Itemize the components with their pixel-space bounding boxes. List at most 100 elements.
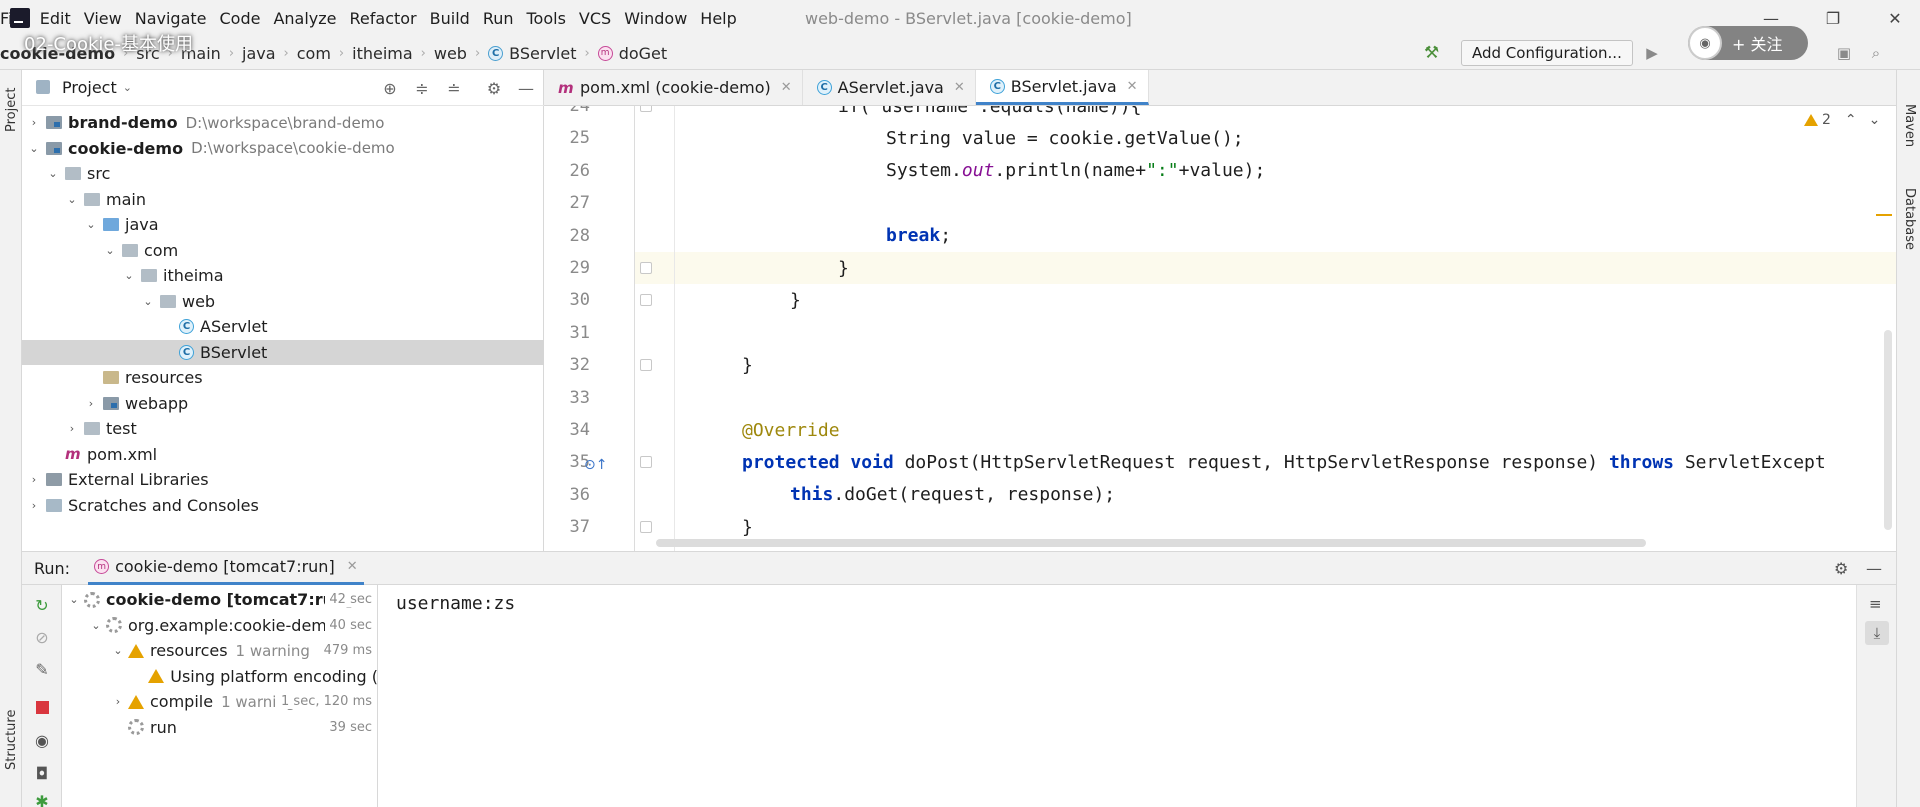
add-configuration-button[interactable]: Add Configuration...	[1461, 40, 1633, 66]
maven-tool-tab[interactable]: Maven	[1902, 104, 1917, 147]
stop-icon[interactable]	[32, 697, 52, 717]
menu-build[interactable]: Build	[430, 9, 470, 28]
code-line[interactable]	[634, 382, 1896, 414]
tree-node[interactable]: C AServlet	[22, 314, 544, 339]
code-line[interactable]: @Override	[634, 414, 1896, 446]
breadcrumb-item[interactable]: itheima	[352, 44, 413, 63]
fold-marker-icon[interactable]	[640, 294, 652, 307]
code-line[interactable]	[634, 187, 1896, 219]
chevron-right-icon[interactable]: ›	[64, 422, 80, 435]
menu-vcs[interactable]: VCS	[579, 9, 611, 28]
code-line[interactable]: protected void doPost(HttpServletRequest…	[634, 446, 1896, 478]
fold-marker-icon[interactable]	[640, 106, 652, 112]
close-icon[interactable]: ✕	[1127, 79, 1138, 94]
breadcrumb-item[interactable]: C BServlet	[488, 44, 576, 63]
vertical-scrollbar[interactable]	[1884, 330, 1892, 530]
tree-node[interactable]: › webapp	[22, 391, 544, 416]
build-tree-node[interactable]: ⌄ org.example:cookie-demo 40 sec	[62, 613, 377, 638]
chevron-down-icon[interactable]: ⌄	[121, 269, 137, 282]
code-line[interactable]: this .doGet(request, response);	[634, 479, 1896, 511]
tree-node[interactable]: › brand-demo D:\workspace\brand-demo	[22, 110, 544, 135]
code-line[interactable]	[634, 317, 1896, 349]
menu-navigate[interactable]: Navigate	[135, 9, 207, 28]
intellij-logo-icon[interactable]	[10, 8, 30, 28]
fold-marker-icon[interactable]	[640, 262, 652, 274]
hide-panel-icon[interactable]: —	[1866, 559, 1882, 578]
tree-node[interactable]: ⌄ web	[22, 289, 544, 314]
menu-analyze[interactable]: Analyze	[273, 9, 336, 28]
tree-node[interactable]: › Scratches and Consoles	[22, 493, 544, 518]
menu-edit[interactable]: Edit	[40, 9, 71, 28]
tree-node[interactable]: m pom.xml	[22, 442, 544, 467]
menu-run[interactable]: Run	[483, 9, 514, 28]
code-line[interactable]: if("username".equals(name)){	[634, 106, 1896, 122]
gear-icon[interactable]: ⚙	[478, 79, 510, 98]
build-tree-node[interactable]: ⌄ resources 1 warning 479 ms	[62, 638, 377, 663]
menu-view[interactable]: View	[84, 9, 122, 28]
chevron-down-icon[interactable]: ⌄	[88, 619, 104, 632]
chevron-right-icon[interactable]: ›	[26, 473, 42, 486]
build-tree-node[interactable]: run 39 sec	[62, 715, 377, 740]
code-line[interactable]: System. out .println(name+ ":" +value);	[634, 155, 1896, 187]
tree-node[interactable]: ⌄ com	[22, 238, 544, 263]
tree-node[interactable]: ⌄ java	[22, 212, 544, 237]
tree-node[interactable]: ⌄ src	[22, 161, 544, 186]
breadcrumb-item[interactable]: com	[297, 44, 331, 63]
expand-all-icon[interactable]: ≑	[406, 79, 438, 98]
structure-tool-tab[interactable]: Structure	[4, 710, 19, 770]
code-line[interactable]: break;	[634, 220, 1896, 252]
menu-tools[interactable]: Tools	[527, 9, 566, 28]
editor-tab[interactable]: m pom.xml (cookie-demo) ✕	[544, 70, 803, 105]
breadcrumb-item[interactable]: web	[434, 44, 467, 63]
project-structure-icon[interactable]: ▣	[1834, 44, 1854, 62]
build-tree-node[interactable]: ⌄ cookie-demo [tomcat7:run] 42 sec	[62, 587, 377, 612]
tree-node[interactable]: ⌄ itheima	[22, 263, 544, 288]
close-icon[interactable]: ✕	[347, 559, 358, 574]
warning-stripe-mark[interactable]	[1876, 214, 1892, 216]
editor-tab[interactable]: C AServlet.java ✕	[803, 70, 976, 105]
scroll-to-end-icon[interactable]: ⤓	[1865, 621, 1889, 645]
menu-window[interactable]: Window	[624, 9, 687, 28]
wrench-icon[interactable]: ✎	[32, 659, 52, 679]
build-hammer-icon[interactable]: ⚒	[1424, 44, 1442, 62]
hide-panel-icon[interactable]: —	[510, 79, 542, 98]
tree-node[interactable]: ⌄ main	[22, 187, 544, 212]
chevron-right-icon[interactable]: ›	[83, 397, 99, 410]
soft-wrap-icon[interactable]: ≡	[1869, 595, 1882, 613]
code-line[interactable]: }	[634, 349, 1896, 381]
code-line[interactable]: }	[634, 284, 1896, 316]
menu-refactor[interactable]: Refactor	[350, 9, 417, 28]
breadcrumb-item[interactable]: java	[242, 44, 276, 63]
breadcrumb-item[interactable]: m doGet	[597, 44, 667, 63]
code-line[interactable]: String value = cookie.getValue();	[634, 122, 1896, 154]
next-highlight-icon[interactable]: ⌄	[1869, 112, 1881, 128]
fold-marker-icon[interactable]	[640, 521, 652, 534]
collapse-all-icon[interactable]: ≐	[438, 79, 470, 98]
follow-button[interactable]: ◉ + 关注	[1688, 26, 1808, 60]
eye-icon[interactable]: ◉	[32, 730, 52, 750]
close-window-button[interactable]: ✕	[1872, 0, 1918, 36]
close-icon[interactable]: ✕	[781, 80, 792, 95]
code-editor[interactable]: 24 25 26 27 28 29 30 31 32 33 34 35 36 37 if("usernam…	[544, 106, 1896, 551]
fold-marker-icon[interactable]	[640, 359, 652, 372]
chevron-right-icon[interactable]: ›	[26, 499, 42, 512]
horizontal-scrollbar[interactable]	[656, 539, 1646, 547]
chevron-down-icon[interactable]: ⌄	[123, 81, 132, 94]
tree-node[interactable]: ⌄ cookie-demo D:\workspace\cookie-demo	[22, 136, 544, 161]
search-everywhere-icon[interactable]: ⌕	[1866, 44, 1886, 62]
menu-help[interactable]: Help	[700, 9, 736, 28]
project-tool-tab[interactable]: Project	[4, 88, 19, 132]
camera-icon[interactable]: ◘	[32, 763, 52, 783]
rerun-icon[interactable]: ↻	[32, 595, 52, 615]
run-icon[interactable]: ▶	[1642, 44, 1662, 62]
menu-code[interactable]: Code	[220, 9, 261, 28]
chevron-down-icon[interactable]: ⌄	[102, 244, 118, 257]
chevron-down-icon[interactable]: ⌄	[26, 142, 42, 155]
locate-file-icon[interactable]: ⊕	[374, 79, 406, 98]
database-tool-tab[interactable]: Database	[1902, 188, 1917, 250]
build-tree-node[interactable]: Using platform encoding (	[62, 664, 377, 689]
code-line[interactable]: }	[634, 252, 1896, 284]
project-panel-title[interactable]: Project	[62, 78, 117, 97]
chevron-down-icon[interactable]: ⌄	[64, 193, 80, 206]
editor-tab[interactable]: C BServlet.java ✕	[975, 70, 1149, 105]
